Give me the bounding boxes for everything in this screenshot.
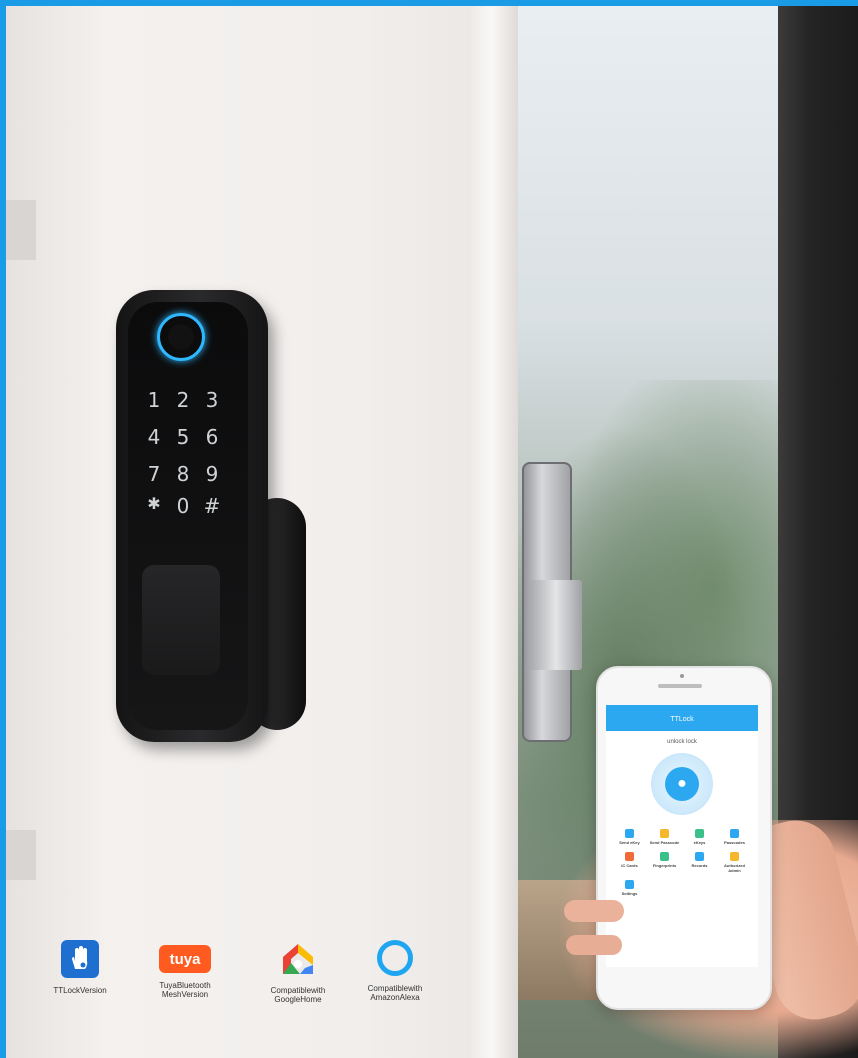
phone-speaker [658, 684, 702, 688]
latch-bolt [530, 580, 582, 670]
tuya-logo: tuya [159, 945, 211, 973]
badge-caption: Compatiblewith AmazonAlexa [345, 984, 445, 1002]
fingerprint-sensor [157, 313, 205, 361]
keypad-key: 5 [176, 425, 190, 449]
wall-patch [6, 830, 36, 880]
app-menu-item: Fingerprints [649, 852, 680, 873]
keypad-key: 7 [147, 462, 161, 486]
badge-ttlock: TTLockVersion [30, 940, 130, 995]
badge-caption-line: MeshVersion [161, 990, 209, 999]
compatibility-badges: TTLockVersion tuya TuyaBluetooth MeshVer… [30, 940, 450, 1020]
unlock-button: ● [651, 753, 713, 815]
badge-caption-line: Compatiblewith [367, 984, 423, 993]
app-title-bar: TTLock [606, 705, 758, 731]
badge-caption: TuyaBluetooth MeshVersion [135, 981, 235, 999]
ttlock-hand-icon [61, 940, 99, 978]
phone-camera [680, 674, 684, 678]
handle-grip-pad [142, 565, 220, 675]
wall-patch [6, 200, 36, 260]
padlock-icon: ● [665, 767, 699, 801]
hand-finger [564, 900, 624, 922]
keypad-key: 8 [176, 462, 190, 486]
keypad-key: 4 [147, 425, 161, 449]
alexa-ring-icon [377, 940, 413, 976]
keypad-key: 2 [176, 388, 190, 412]
badge-google-home: Compatiblewith GoogleHome [248, 940, 348, 1004]
app-menu-item: Settings [614, 880, 645, 896]
badge-amazon-alexa: Compatiblewith AmazonAlexa [345, 940, 445, 1002]
keypad-key: # [203, 494, 221, 518]
badge-caption-line: TuyaBluetooth [159, 981, 211, 990]
app-status-label: unlock lock [667, 739, 697, 745]
app-menu-item: eKeys [684, 829, 715, 845]
badge-caption: Compatiblewith GoogleHome [248, 986, 348, 1004]
badge-caption-line: GoogleHome [274, 995, 322, 1004]
hand-finger [566, 935, 622, 955]
app-menu-item: Send eKey [614, 829, 645, 845]
phone-screen: TTLock unlock lock ● Send eKey Send Pass… [606, 705, 758, 967]
keypad-key: 6 [205, 425, 219, 449]
app-menu-item: Send Passcode [649, 829, 680, 845]
google-home-icon [279, 940, 317, 978]
app-menu-item: IC Cards [614, 852, 645, 873]
keypad-key: ✱ [147, 494, 161, 513]
badge-caption-line: AmazonAlexa [370, 993, 420, 1002]
keypad-key: 3 [205, 388, 219, 412]
door-edge [470, 6, 518, 1058]
app-menu-item: Passcodes [719, 829, 750, 845]
badge-tuya: tuya TuyaBluetooth MeshVersion [135, 940, 235, 999]
app-menu-item: Authorized Admin [719, 852, 750, 873]
app-menu-grid: Send eKey Send Passcode eKeys Passcodes … [606, 815, 758, 896]
keypad-key: 9 [205, 462, 219, 486]
keypad-key: 0 [176, 494, 190, 518]
badge-caption-line: Compatiblewith [270, 986, 326, 995]
badge-caption: TTLockVersion [53, 986, 107, 995]
app-menu-item: Records [684, 852, 715, 873]
product-photo-scene: 1 2 3 4 5 6 7 8 9 ✱ 0 # TTLock unlock lo… [0, 0, 858, 1058]
keypad-key: 1 [147, 388, 161, 412]
